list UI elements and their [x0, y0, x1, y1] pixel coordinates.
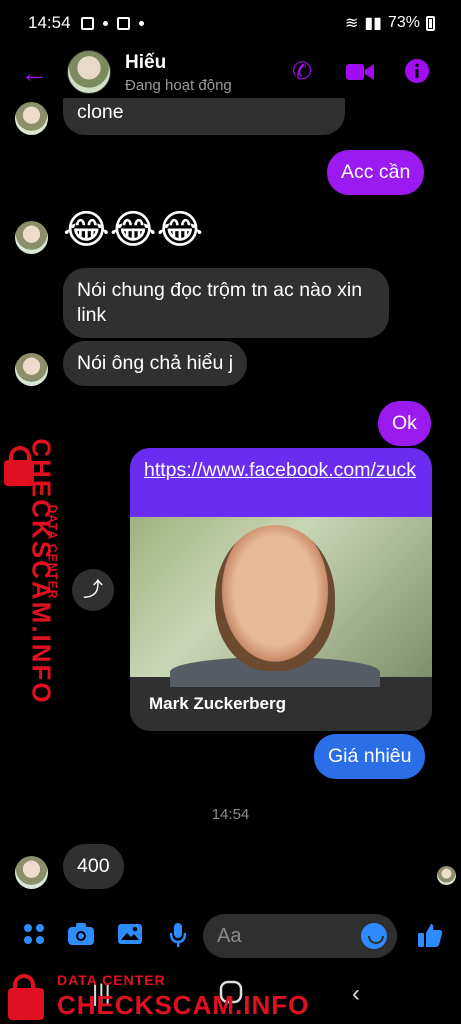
status-bar: 14:54 ≋ ▮▮ 73% — [0, 0, 461, 46]
contact-avatar[interactable] — [67, 50, 111, 94]
watermark-side-small: DATA CENTER — [45, 504, 60, 600]
app-notification-icon — [116, 16, 130, 30]
video-call-icon[interactable] — [346, 58, 374, 86]
message-bubble[interactable]: clone — [63, 98, 345, 135]
phone-call-icon[interactable]: ✆ — [288, 58, 316, 86]
watermark-bottom-small: DATA CENTER — [57, 972, 166, 988]
link-preview-image[interactable] — [130, 517, 432, 687]
seen-receipt-avatar — [437, 866, 456, 885]
message-bubble[interactable]: 400 — [63, 844, 124, 889]
emoji-smile-icon[interactable] — [361, 923, 387, 949]
share-icon[interactable]: ⤴ — [72, 569, 114, 611]
my-message-bubble[interactable]: Acc cần — [327, 150, 425, 195]
watermark-lock-icon — [8, 974, 44, 1020]
watermark-bottom: CHECKSCAM.INFO — [57, 990, 310, 1020]
battery-icon — [426, 15, 435, 31]
sender-avatar[interactable] — [15, 221, 48, 254]
message-input-placeholder: Aa — [217, 925, 242, 947]
battery-percent: 73% — [387, 14, 420, 31]
gallery-icon[interactable] — [116, 922, 144, 950]
message-composer: Aa — [0, 912, 461, 960]
messenger-notification-icon — [102, 20, 108, 26]
link-preview-card[interactable]: https://www.facebook.com/zuck Mark Zucke… — [130, 448, 432, 731]
preview-face — [215, 525, 335, 671]
notification-icons — [80, 16, 144, 30]
gallery-notification-icon — [80, 16, 94, 30]
sender-avatar[interactable] — [15, 102, 48, 135]
message-timestamp: 14:54 — [211, 806, 250, 823]
more-notifications-icon — [138, 20, 144, 26]
emoji-message[interactable]: 😂😂😂 — [63, 208, 203, 252]
signal-icon: ▮▮ — [364, 15, 382, 32]
microphone-icon[interactable] — [164, 922, 192, 950]
link-url[interactable]: https://www.facebook.com/zuck — [130, 448, 432, 517]
info-icon[interactable] — [403, 58, 431, 86]
my-message-bubble[interactable]: Giá nhiêu — [314, 734, 426, 779]
nav-back-icon[interactable]: ‹ — [352, 980, 360, 1008]
message-input[interactable]: Aa — [203, 914, 397, 958]
sender-avatar[interactable] — [15, 856, 48, 889]
system-icons: ≋ ▮▮ 73% — [345, 13, 435, 33]
apps-grid-icon[interactable] — [20, 922, 48, 950]
wifi-icon: ≋ — [344, 15, 359, 32]
camera-icon[interactable] — [67, 922, 95, 950]
contact-name[interactable]: Hiếu — [125, 52, 166, 74]
sender-avatar[interactable] — [15, 353, 48, 386]
message-bubble[interactable]: Nói chung đọc trộm tn ac nào xin link — [63, 268, 389, 338]
message-bubble[interactable]: Nói ông chả hiểu j — [63, 341, 248, 386]
status-time: 14:54 — [28, 13, 71, 32]
like-thumbs-up-icon[interactable] — [416, 922, 444, 950]
chat-header: ← Hiếu Đang hoạt động ✆ — [0, 46, 461, 100]
my-message-bubble[interactable]: Ok — [378, 401, 431, 446]
back-arrow-icon[interactable]: ← — [20, 59, 48, 87]
contact-status: Đang hoạt động — [125, 77, 232, 94]
